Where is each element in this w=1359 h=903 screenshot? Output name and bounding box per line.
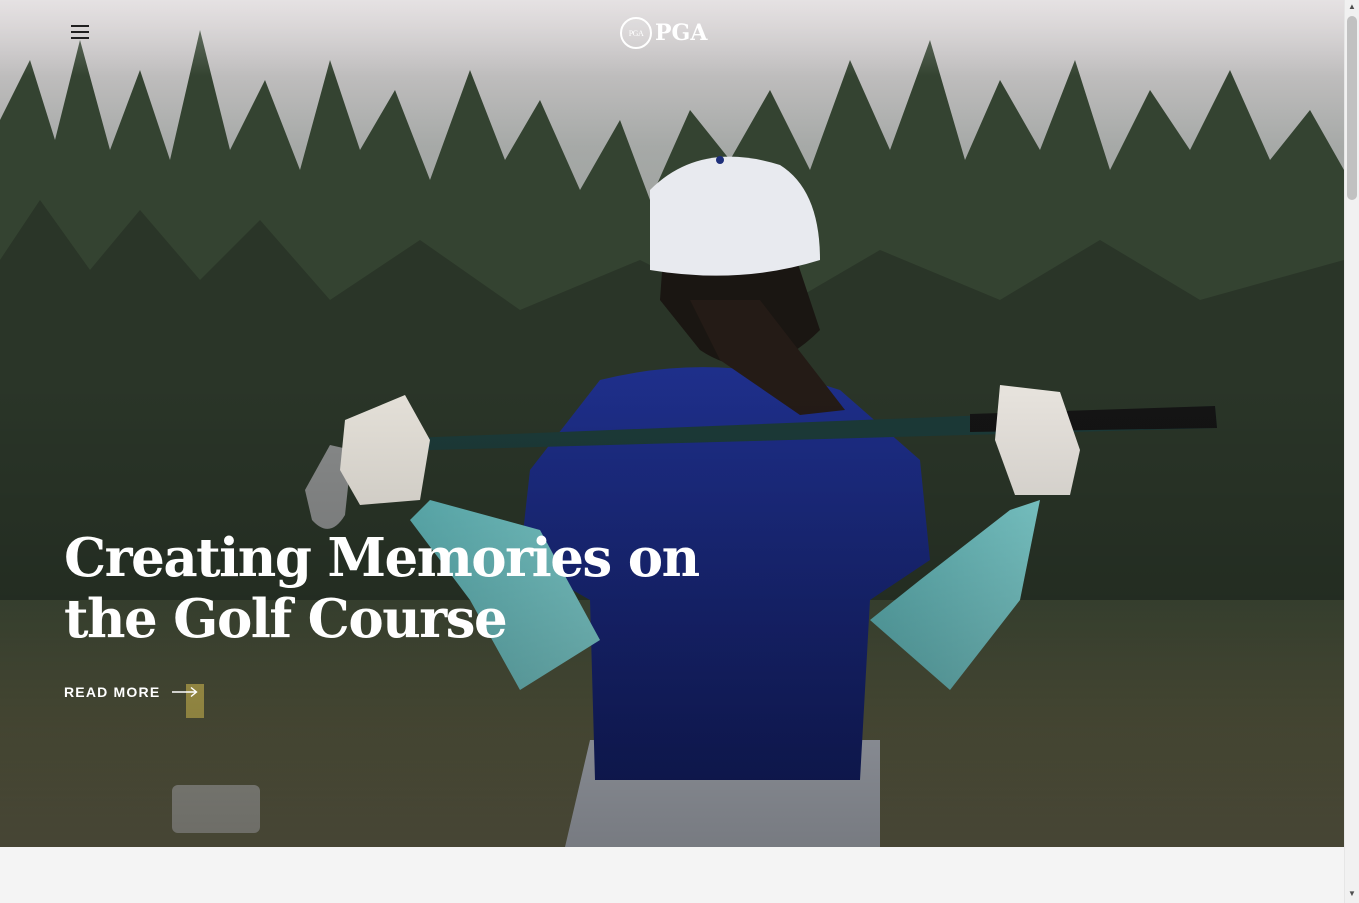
pga-wordmark: PGA <box>655 20 708 46</box>
hamburger-menu-icon[interactable] <box>62 16 98 48</box>
pga-seal-text: PGA <box>628 28 644 38</box>
content-area <box>0 847 1344 903</box>
long-arrow-right-icon <box>172 686 198 698</box>
hero-overlay <box>0 0 1344 847</box>
read-more-label: READ MORE <box>64 684 161 700</box>
page: PGA PGA Creating Memories on the Golf Co… <box>0 0 1344 903</box>
scroll-down-arrow-icon[interactable]: ▼ <box>1348 890 1356 898</box>
read-more-link[interactable]: READ MORE <box>64 684 198 700</box>
scroll-up-arrow-icon[interactable]: ▲ <box>1348 3 1356 11</box>
hero-banner: PGA PGA Creating Memories on the Golf Co… <box>0 0 1344 847</box>
menu-bar <box>71 31 89 33</box>
menu-bar <box>71 37 89 39</box>
pga-logo[interactable]: PGA PGA <box>620 15 707 51</box>
pga-seal-icon: PGA <box>620 17 652 49</box>
scrollbar-thumb[interactable] <box>1347 16 1357 200</box>
vertical-scrollbar[interactable]: ▲ ▼ <box>1344 0 1359 903</box>
menu-bar <box>71 25 89 27</box>
hero-headline: Creating Memories on the Golf Course <box>64 527 700 650</box>
